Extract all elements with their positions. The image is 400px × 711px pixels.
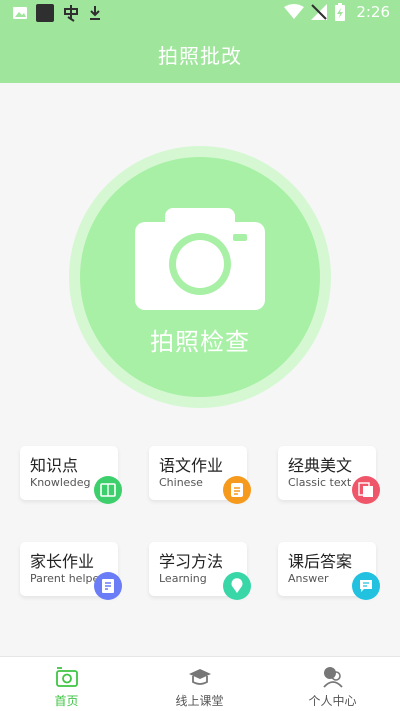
home-camera-icon bbox=[55, 667, 78, 687]
tab-label: 线上课堂 bbox=[175, 694, 224, 708]
user-icon bbox=[322, 667, 343, 688]
battery-charging-icon bbox=[335, 3, 346, 21]
card-subtitle: Knowledeg bbox=[30, 476, 91, 489]
card-title: 经典美文 bbox=[288, 456, 353, 475]
camera-label[interactable]: 拍照检查 bbox=[0, 322, 400, 357]
card-classic-text[interactable]: 经典美文 Classic text bbox=[278, 446, 380, 504]
card-title: 家长作业 bbox=[30, 552, 95, 571]
download-icon bbox=[90, 6, 100, 20]
status-time: 2:26 bbox=[356, 3, 390, 21]
tab-home[interactable]: 首页 bbox=[0, 657, 133, 711]
card-subtitle: Parent helper bbox=[30, 572, 104, 585]
card-subtitle: Answer bbox=[288, 572, 329, 585]
card-subtitle: Chinese bbox=[159, 476, 203, 489]
document-icon bbox=[94, 572, 122, 600]
status-bar: 2:26 bbox=[0, 0, 400, 26]
page-title: 拍照批改 bbox=[158, 44, 242, 68]
tab-label: 个人中心 bbox=[308, 694, 357, 708]
tab-label: 首页 bbox=[54, 694, 79, 708]
location-icon bbox=[223, 572, 251, 600]
card-title: 语文作业 bbox=[159, 456, 224, 475]
tab-online-class[interactable]: 线上课堂 bbox=[133, 657, 266, 711]
signal-off-icon bbox=[311, 4, 328, 20]
card-knowledge[interactable]: 知识点 Knowledeg bbox=[20, 446, 122, 504]
card-subtitle: Classic text bbox=[288, 476, 352, 489]
tab-profile[interactable]: 个人中心 bbox=[266, 657, 399, 711]
app-square-icon bbox=[36, 4, 54, 22]
title-bar: 拍照批改 bbox=[0, 26, 400, 83]
graduation-cap-icon bbox=[188, 669, 211, 685]
card-learning[interactable]: 学习方法 Learning bbox=[149, 542, 251, 600]
card-parent-helper[interactable]: 家长作业 Parent helper bbox=[20, 542, 122, 600]
card-chinese[interactable]: 语文作业 Chinese bbox=[149, 446, 251, 504]
pages-icon bbox=[352, 476, 380, 504]
bottom-tab-bar: 首页 线上课堂 个人中心 bbox=[0, 656, 400, 711]
card-subtitle: Learning bbox=[159, 572, 207, 585]
card-answer[interactable]: 课后答案 Answer bbox=[278, 542, 380, 600]
wifi-icon bbox=[284, 4, 305, 19]
camera-icon[interactable] bbox=[135, 206, 265, 310]
card-title: 课后答案 bbox=[288, 552, 353, 571]
chat-icon bbox=[352, 572, 380, 600]
chong-app-icon bbox=[64, 5, 78, 22]
notebook-icon bbox=[223, 476, 251, 504]
card-title: 学习方法 bbox=[159, 552, 224, 571]
card-title: 知识点 bbox=[30, 456, 79, 475]
book-icon bbox=[94, 476, 122, 504]
image-icon bbox=[13, 7, 27, 19]
